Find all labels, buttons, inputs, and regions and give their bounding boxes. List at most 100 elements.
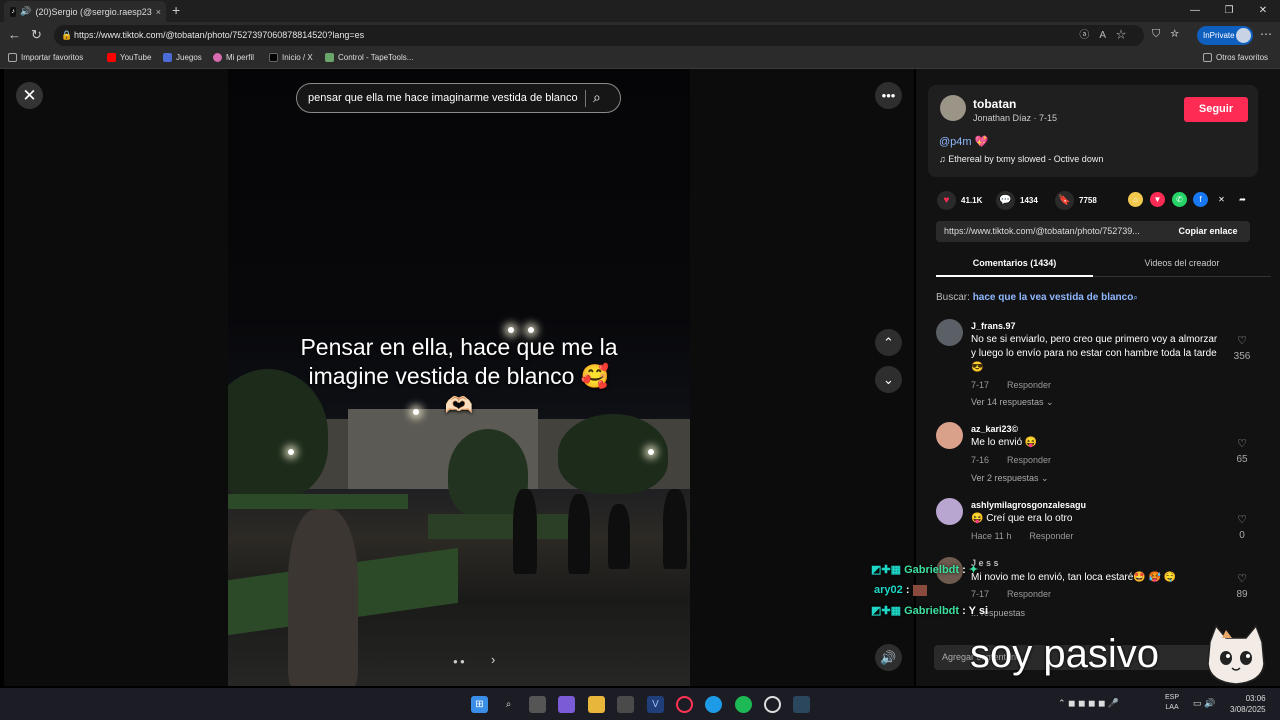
bookmark-mi-perfil[interactable]: Mi perfil (213, 53, 254, 62)
address-bar-row: ← ↻ 🔒 https://www.tiktok.com/@tobatan/ph… (0, 22, 1280, 49)
comment-like-icon[interactable]: ♡ (1232, 572, 1252, 585)
comment-meta: 7-16 Responder (971, 455, 1051, 465)
comment-stat[interactable]: 💬 1434 (996, 191, 1038, 210)
reply-button[interactable]: Responder (1029, 531, 1073, 541)
opera-icon[interactable] (676, 696, 693, 713)
comment-like-icon[interactable]: ♡ (1232, 437, 1252, 450)
comment-avatar[interactable] (936, 319, 963, 346)
address-actions-icons[interactable]: ⓐA☆ (1079, 25, 1136, 46)
author-name[interactable]: tobatan (973, 97, 1016, 111)
comment-username[interactable]: J_frans.97 (971, 321, 1016, 331)
save-stat[interactable]: 🔖 7758 (1055, 191, 1097, 210)
edge-icon[interactable] (705, 696, 722, 713)
speaker-icon[interactable]: 🔊 (20, 6, 31, 17)
comment-text: Mi novio me lo envió, tan loca estaré🤩 🥵… (971, 572, 1177, 583)
bookmark-tapetools[interactable]: Control - TapeTools... (325, 53, 413, 62)
visual-studio-icon[interactable]: V (647, 696, 664, 713)
share-send-icon[interactable]: ▼ (1150, 192, 1165, 207)
tab-comments[interactable]: Comentarios (1434) (936, 258, 1093, 268)
refresh-icon[interactable]: ↻ (31, 27, 42, 43)
bookmark-import[interactable]: Importar favoritos (8, 53, 83, 62)
inprivate-badge[interactable]: InPrivate (1197, 26, 1253, 45)
chat-user: Gabrielbdt (904, 564, 960, 576)
url-field[interactable]: 🔒 https://www.tiktok.com/@tobatan/photo/… (54, 25, 1144, 46)
whatsapp-icon[interactable]: ✆ (1172, 192, 1187, 207)
like-count: 41.1K (961, 196, 983, 205)
bookmark-juegos[interactable]: Juegos (163, 53, 202, 62)
maximize-icon[interactable]: ❐ (1212, 0, 1246, 22)
search-term[interactable]: hace que la vea vestida de blanco (973, 292, 1134, 303)
back-icon[interactable]: ← (8, 27, 21, 42)
comment-like-icon[interactable]: ♡ (1232, 513, 1252, 526)
new-tab-button[interactable]: + (172, 2, 180, 18)
more-options-button[interactable]: ••• (875, 82, 902, 109)
view-replies-button[interactable]: Ver 14 respuestas ⌄ (971, 397, 1054, 408)
next-post-button[interactable]: ⌄ (875, 366, 902, 393)
store-icon[interactable] (617, 696, 634, 713)
settings-more-icon[interactable]: ⋯ (1260, 27, 1272, 41)
copilot-icon[interactable] (558, 696, 575, 713)
view-replies-button[interactable]: Ver 2 respuestas ⌄ (971, 473, 1049, 484)
keyboard-layout: LAA (1165, 704, 1179, 711)
spotify-icon[interactable] (735, 696, 752, 713)
tab-active[interactable]: ♪ 🔊 (20)Sergio (@sergio.raesp23 × (4, 1, 166, 22)
share-repost-icon[interactable]: ⌂ (1128, 192, 1143, 207)
post-link[interactable]: https://www.tiktok.com/@tobatan/photo/75… (944, 226, 1140, 236)
bookmark-youtube[interactable]: YouTube (107, 53, 151, 62)
minimize-icon[interactable]: — (1178, 0, 1212, 22)
tab-strip: ♪ 🔊 (20)Sergio (@sergio.raesp23 × + — ❐ … (0, 0, 1280, 22)
author-avatar[interactable] (940, 95, 966, 121)
x-share-icon[interactable]: ✕ (1214, 192, 1229, 207)
comment-search-suggestion[interactable]: Buscar: hace que la vea vestida de blanc… (936, 292, 1138, 303)
comment-username[interactable]: az_kari23© (971, 424, 1018, 434)
bookmarks-bar: Importar favoritos YouTube Juegos Mi per… (0, 49, 1280, 69)
comment-like-count: 65 (1236, 454, 1248, 465)
copy-link-button[interactable]: Copiar enlace (1166, 221, 1250, 242)
search-taskbar-icon[interactable]: ⌕ (500, 696, 517, 713)
stream-overlay-text: soy pasivo (970, 632, 1159, 676)
toolbar-icons[interactable]: ⛉☆ (1152, 28, 1189, 41)
share-arrow-icon[interactable]: ➦ (1235, 192, 1250, 207)
task-view-icon[interactable] (529, 696, 546, 713)
comment-avatar[interactable] (936, 498, 963, 525)
tab-creator-videos[interactable]: Videos del creador (1093, 258, 1271, 268)
volume-button[interactable]: 🔊 (875, 644, 902, 671)
post-mention[interactable]: @p4m 💖 (939, 135, 988, 148)
language-indicator[interactable]: ESP LAA (1165, 693, 1179, 713)
taskbar-clock[interactable]: 03:06 3/08/2025 (1230, 693, 1266, 715)
search-input[interactable]: pensar que ella me hace imaginarme vesti… (308, 92, 578, 104)
reply-button[interactable]: Responder (1007, 589, 1051, 599)
close-window-icon[interactable]: ✕ (1246, 0, 1280, 22)
import-icon (8, 53, 17, 62)
network-volume-icons[interactable]: ▭ 🔊 (1193, 698, 1215, 709)
url-text: https://www.tiktok.com/@tobatan/photo/75… (74, 30, 365, 40)
chat-message: ary02 : (871, 584, 927, 596)
tab-close-icon[interactable]: × (156, 7, 161, 17)
bookmark-x[interactable]: Inicio / X (269, 53, 313, 62)
inprivate-label: InPrivate (1203, 31, 1235, 40)
search-bar[interactable]: pensar que ella me hace imaginarme vesti… (296, 83, 621, 113)
previous-post-button[interactable]: ⌃ (875, 329, 902, 356)
like-stat[interactable]: ♥ 41.1K (937, 191, 982, 210)
chat-text: : (962, 564, 966, 576)
next-photo-icon[interactable]: › (491, 652, 495, 667)
tray-icons[interactable]: ⌃ ◼ ◼ ◼ ◼ 🎤 (1058, 698, 1119, 709)
comment-date: 7-17 (971, 380, 990, 390)
close-viewer-button[interactable]: ✕ (16, 82, 43, 109)
music-link[interactable]: ♫ Ethereal by txmy slowed - Octive down (939, 154, 1103, 164)
bookmark-other[interactable]: Otros favoritos (1203, 53, 1268, 62)
facebook-icon[interactable]: f (1193, 192, 1208, 207)
search-icon[interactable]: ⌕ (593, 89, 601, 106)
comment-username[interactable]: ashlymilagrosgonzalesagu (971, 500, 1086, 510)
file-explorer-icon[interactable] (588, 696, 605, 713)
comment-like-icon[interactable]: ♡ (1232, 334, 1252, 347)
comment-avatar[interactable] (936, 422, 963, 449)
chat-user: ary02 (874, 584, 903, 596)
tiktok-icon: ♪ (10, 6, 17, 17)
steam-icon[interactable] (793, 696, 810, 713)
reply-button[interactable]: Responder (1007, 380, 1051, 390)
reply-button[interactable]: Responder (1007, 455, 1051, 465)
obs-icon[interactable] (764, 696, 781, 713)
follow-button[interactable]: Seguir (1184, 97, 1248, 122)
start-icon[interactable]: ⊞ (471, 696, 488, 713)
